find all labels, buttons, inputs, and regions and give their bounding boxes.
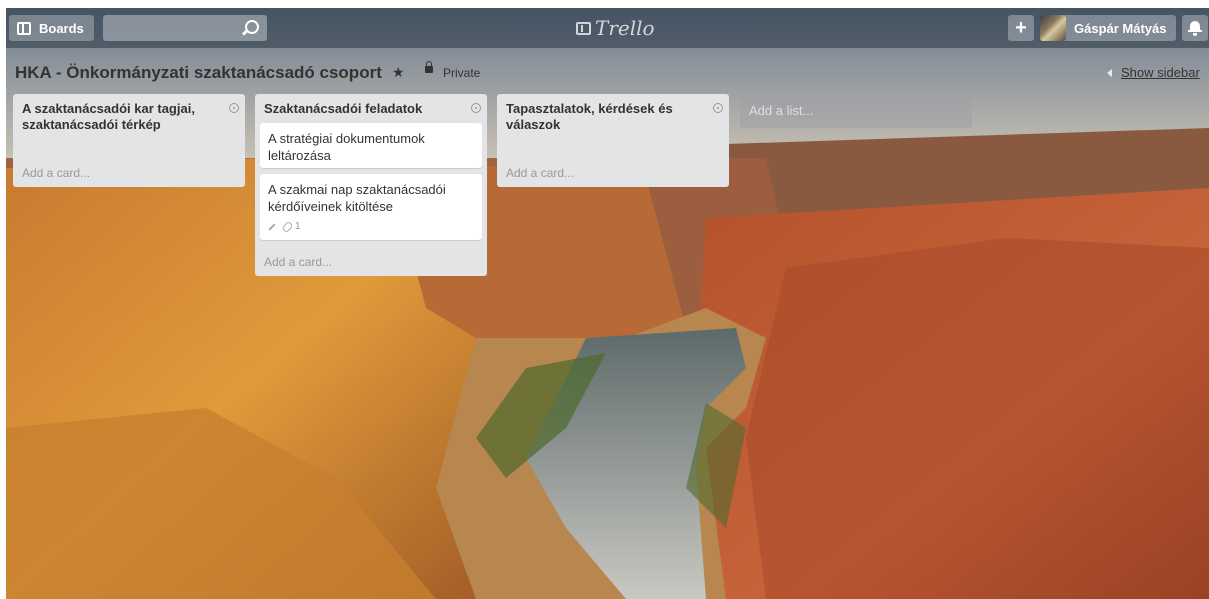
notifications-button[interactable]: [1182, 15, 1208, 41]
show-sidebar-link[interactable]: Show sidebar: [1107, 65, 1200, 80]
show-sidebar-label: Show sidebar: [1121, 65, 1200, 80]
list-title-line: szaktanácsadói térkép: [22, 117, 161, 132]
pencil-icon: [268, 222, 276, 231]
list-title-line: A szaktanácsadói kar tagjai,: [22, 101, 195, 116]
board-canvas: Boards Trello + Gáspár Mátyás HKA - Önko…: [6, 8, 1209, 599]
member-menu-button[interactable]: Gáspár Mátyás: [1040, 15, 1176, 41]
top-header-bar: Boards Trello + Gáspár Mátyás: [6, 8, 1209, 48]
attachment-icon: [281, 220, 294, 233]
search-box[interactable]: [103, 15, 267, 41]
boards-icon: [17, 21, 31, 35]
boards-button[interactable]: Boards: [9, 15, 94, 41]
add-card-link[interactable]: Add a card...: [22, 166, 90, 180]
card-title-line: A szakmai nap szaktanácsadói: [268, 182, 446, 197]
card[interactable]: A szakmai nap szaktanácsadói kérdőíveine…: [260, 174, 482, 240]
star-icon[interactable]: ★: [392, 64, 405, 81]
list-menu-icon[interactable]: [471, 103, 481, 113]
list-title[interactable]: A szaktanácsadói kar tagjai, szaktanácsa…: [22, 101, 195, 133]
trello-logo[interactable]: Trello: [576, 16, 655, 40]
list-tapasztalatok[interactable]: Tapasztalatok, kérdések és válaszok Add …: [497, 94, 729, 187]
list-title[interactable]: Szaktanácsadói feladatok: [264, 101, 422, 117]
list-title-line: Tapasztalatok, kérdések és: [506, 101, 673, 116]
add-card-link[interactable]: Add a card...: [506, 166, 574, 180]
caret-left-icon: [1107, 68, 1112, 77]
list-menu-icon[interactable]: [713, 103, 723, 113]
card-title-line: A stratégiai dokumentumok: [268, 131, 425, 146]
lock-icon: [425, 61, 433, 73]
card-badges: 1: [268, 218, 474, 235]
boards-label: Boards: [39, 20, 84, 36]
list-title[interactable]: Tapasztalatok, kérdések és válaszok: [506, 101, 673, 133]
search-input[interactable]: [103, 15, 249, 41]
avatar: [1040, 15, 1066, 41]
board-visibility[interactable]: Private: [443, 66, 480, 80]
board-title[interactable]: HKA - Önkormányzati szaktanácsadó csopor…: [15, 63, 382, 83]
trello-logo-text: Trello: [595, 16, 655, 40]
add-button[interactable]: +: [1008, 15, 1034, 41]
list-menu-icon[interactable]: [229, 103, 239, 113]
list-szaktanacsadoi-feladatok[interactable]: Szaktanácsadói feladatok A stratégiai do…: [255, 94, 487, 276]
card[interactable]: A stratégiai dokumentumok leltározása: [260, 123, 482, 168]
attachment-count: 1: [295, 221, 301, 232]
member-name: Gáspár Mátyás: [1074, 20, 1167, 36]
search-icon[interactable]: [245, 20, 259, 34]
add-card-link[interactable]: Add a card...: [264, 255, 332, 269]
trello-logo-icon: [576, 21, 591, 35]
list-title-line: Szaktanácsadói feladatok: [264, 101, 423, 116]
card-title-line: leltározása: [268, 148, 331, 163]
list-title-line: válaszok: [506, 117, 561, 132]
bell-icon: [1188, 21, 1202, 36]
list-szaktanacsadoi-kar[interactable]: A szaktanácsadói kar tagjai, szaktanácsa…: [13, 94, 245, 187]
board-header: HKA - Önkormányzati szaktanácsadó csopor…: [6, 48, 1209, 88]
card-title-line: kérdőíveinek kitöltése: [268, 199, 394, 214]
add-list-button[interactable]: Add a list...: [740, 94, 972, 128]
plus-icon: +: [1015, 17, 1027, 39]
add-list-label: Add a list...: [749, 103, 814, 118]
